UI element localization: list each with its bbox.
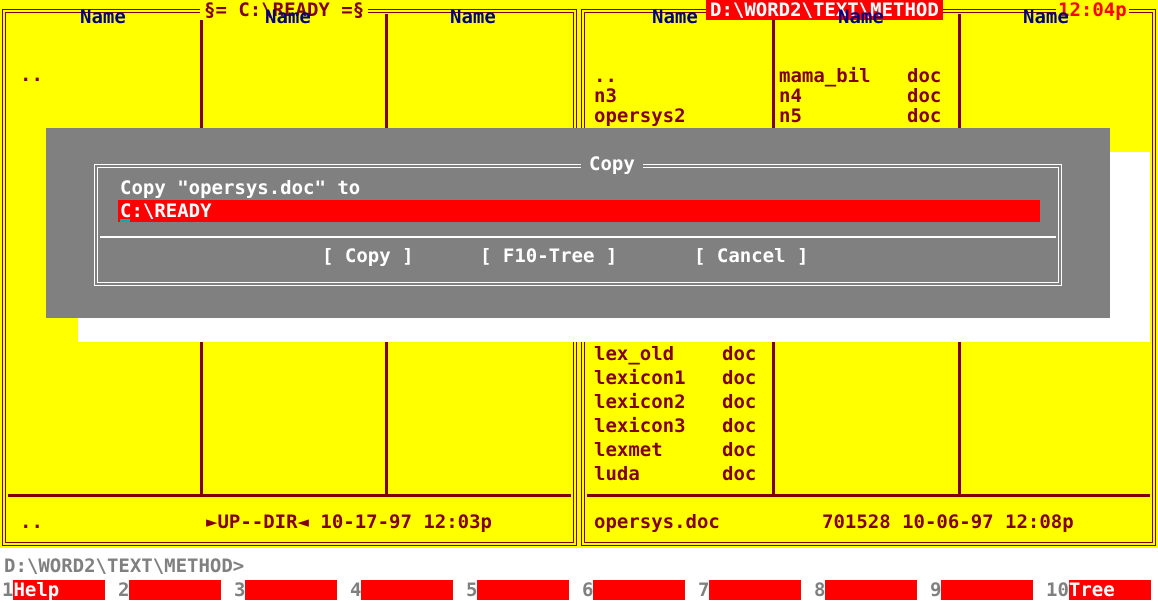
command-prompt[interactable]: D:\WORD2\TEXT\METHOD> xyxy=(4,556,244,576)
fkey-5[interactable]: 5 xyxy=(466,579,570,601)
fkey-label xyxy=(477,580,570,600)
file-ext: doc xyxy=(722,439,757,461)
list-item[interactable]: lexicon1 doc xyxy=(594,367,756,389)
fkey-9[interactable]: 9 xyxy=(930,579,1034,601)
file-ext: doc xyxy=(722,343,757,365)
fkey-label xyxy=(941,580,1034,600)
right-status-info: 701528 10-06-97 12:08p xyxy=(822,511,1074,533)
destination-input[interactable]: C:\READY xyxy=(118,200,1040,222)
fkey-number: 1 xyxy=(2,579,14,601)
file-ext: doc xyxy=(907,65,942,87)
file-name: lex_old xyxy=(594,343,675,365)
file-name: lexicon3 xyxy=(594,415,686,437)
list-item[interactable]: opersys2 xyxy=(594,106,686,126)
fkey-label xyxy=(825,580,918,600)
fkey-1[interactable]: 1Help xyxy=(2,579,106,601)
list-item[interactable]: lexicon3 doc xyxy=(594,415,756,437)
list-item[interactable]: .. xyxy=(20,65,43,85)
file-name: lexicon2 xyxy=(594,391,686,413)
list-item[interactable]: n4 doc xyxy=(779,85,941,107)
copy-button[interactable]: [ Copy ] xyxy=(322,246,414,266)
fkey-7[interactable]: 7 xyxy=(698,579,802,601)
fkey-number: 2 xyxy=(118,579,130,601)
fkey-number: 7 xyxy=(698,579,710,601)
file-name: luda xyxy=(594,463,640,485)
fkey-label: Tree xyxy=(1068,580,1151,600)
fkey-6[interactable]: 6 xyxy=(582,579,686,601)
list-item[interactable]: luda doc xyxy=(594,463,756,485)
file-name: lexmet xyxy=(594,439,663,461)
left-status-name: .. xyxy=(20,511,43,533)
file-name: n5 xyxy=(779,105,802,127)
fkey-number: 3 xyxy=(234,579,246,601)
file-ext: doc xyxy=(722,391,757,413)
right-col-header-2[interactable]: Name xyxy=(838,7,884,27)
cancel-button[interactable]: [ Cancel ] xyxy=(694,246,808,266)
file-name: mama_bil xyxy=(779,65,871,87)
list-item[interactable]: lexicon2 doc xyxy=(594,391,756,413)
dialog-message: Copy "opersys.doc" to xyxy=(120,177,361,199)
fkey-number: 9 xyxy=(930,579,942,601)
file-ext: doc xyxy=(907,105,942,127)
left-col-header-1[interactable]: Name xyxy=(80,7,126,27)
file-ext: doc xyxy=(722,367,757,389)
file-name: lexicon1 xyxy=(594,367,686,389)
f10-tree-button[interactable]: [ F10-Tree ] xyxy=(480,246,617,266)
fkey-label xyxy=(709,580,802,600)
list-item[interactable]: mama_bil doc xyxy=(779,65,941,87)
fkey-number: 8 xyxy=(814,579,826,601)
fkey-10[interactable]: 10Tree xyxy=(1046,580,1151,600)
left-col-header-3[interactable]: Name xyxy=(450,7,496,27)
dialog-title: Copy xyxy=(581,154,643,174)
list-item[interactable]: n3 xyxy=(594,86,617,106)
fkey-label: Help xyxy=(13,580,106,600)
right-col-header-1[interactable]: Name xyxy=(652,7,698,27)
fkey-3[interactable]: 3 xyxy=(234,579,338,601)
fkey-label xyxy=(361,580,454,600)
left-status-info: ►UP--DIR◄ 10-17-97 12:03p xyxy=(206,511,492,533)
destination-value: C:\READY xyxy=(120,200,212,222)
list-item[interactable]: .. xyxy=(594,66,617,86)
fkey-number: 5 xyxy=(466,579,478,601)
fkey-4[interactable]: 4 xyxy=(350,579,454,601)
fkey-number: 10 xyxy=(1046,579,1069,601)
copy-dialog[interactable]: Copy xyxy=(46,128,1110,318)
file-ext: doc xyxy=(722,415,757,437)
fkey-number: 4 xyxy=(350,579,362,601)
fkey-2[interactable]: 2 xyxy=(118,579,222,601)
file-ext: doc xyxy=(907,85,942,107)
list-item[interactable]: n5 doc xyxy=(779,105,941,127)
left-col-header-2[interactable]: Name xyxy=(265,7,311,27)
right-status-name: opersys.doc xyxy=(594,511,720,533)
file-name: n4 xyxy=(779,85,802,107)
list-item[interactable]: lexmet doc xyxy=(594,439,756,461)
fkey-label xyxy=(245,580,338,600)
fkey-label xyxy=(593,580,686,600)
right-panel-title: D:\WORD2\TEXT\METHOD xyxy=(706,0,943,20)
fkey-number: 6 xyxy=(582,579,594,601)
fkey-8[interactable]: 8 xyxy=(814,579,918,601)
right-status-separator xyxy=(587,494,1150,497)
left-status-separator xyxy=(8,494,571,497)
dialog-separator xyxy=(100,236,1056,238)
list-item[interactable]: lex_old doc xyxy=(594,343,756,365)
text-cursor xyxy=(120,219,130,222)
file-ext: doc xyxy=(722,463,757,485)
right-col-header-3[interactable]: Name xyxy=(1023,7,1069,27)
fkey-label xyxy=(129,580,222,600)
